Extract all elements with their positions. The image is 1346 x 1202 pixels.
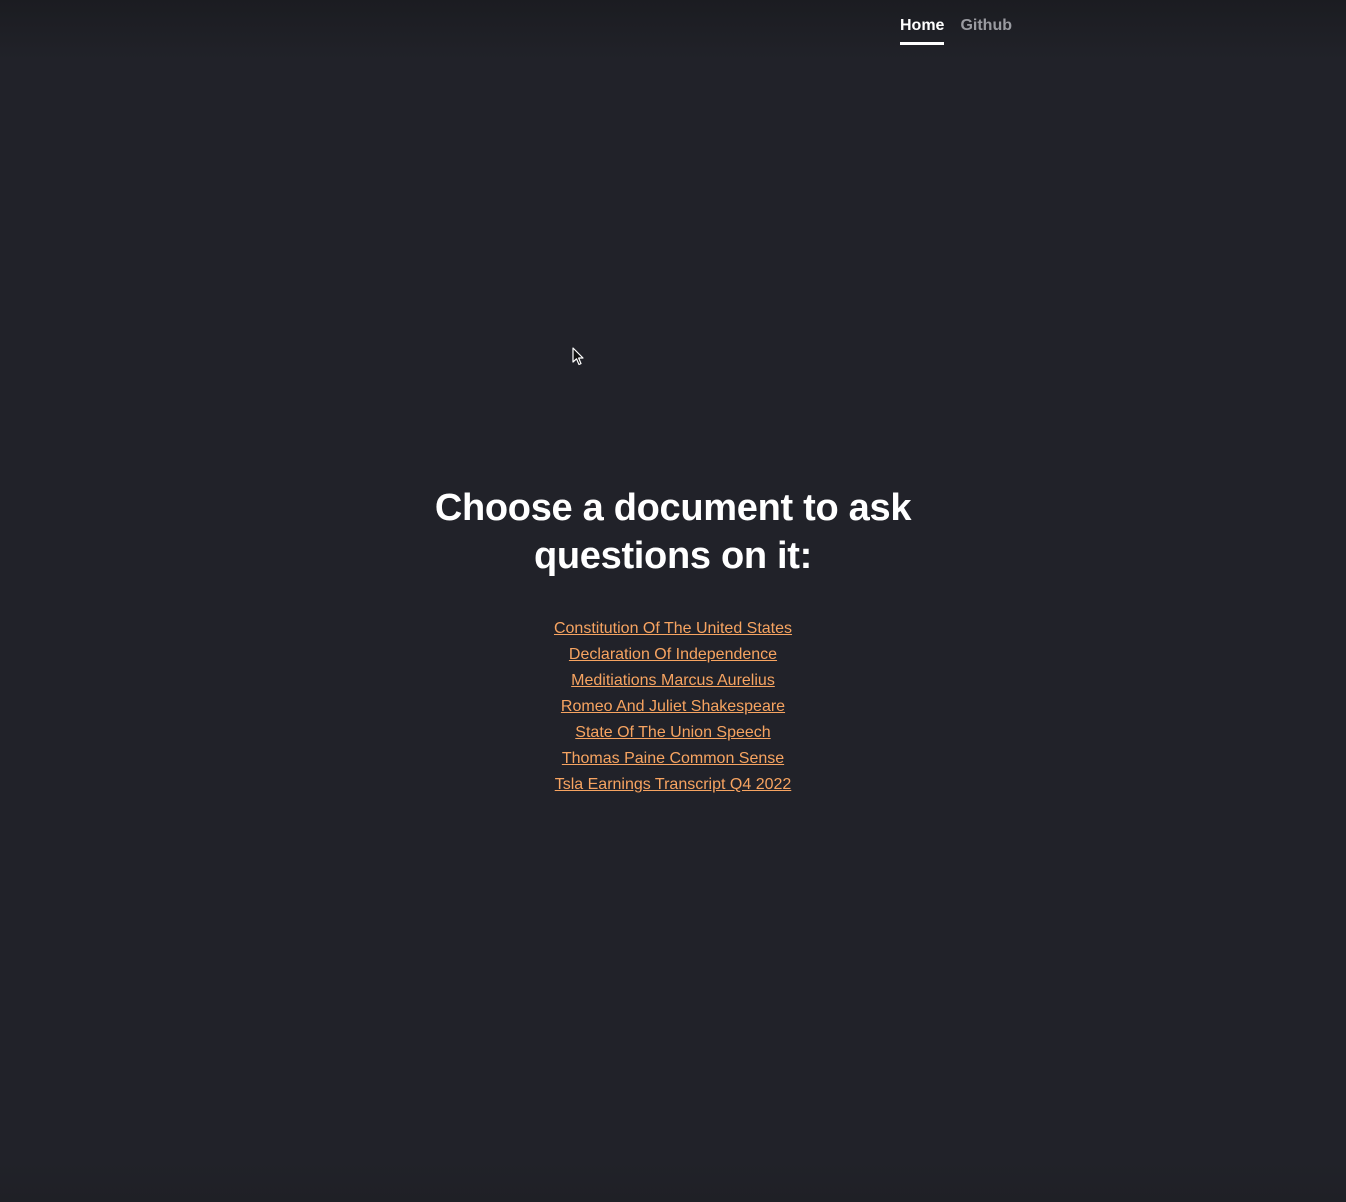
document-link-meditations[interactable]: Meditiations Marcus Aurelius bbox=[571, 672, 775, 689]
nav-github-link[interactable]: Github bbox=[960, 16, 1012, 45]
list-item: Constitution Of The United States bbox=[0, 616, 1346, 642]
list-item: Thomas Paine Common Sense bbox=[0, 746, 1346, 772]
nav-home-link[interactable]: Home bbox=[900, 16, 945, 45]
list-item: Declaration Of Independence bbox=[0, 642, 1346, 668]
main-content: Choose a document to ask questions on it… bbox=[0, 484, 1346, 798]
document-link-state-of-union[interactable]: State Of The Union Speech bbox=[575, 724, 770, 741]
document-link-constitution[interactable]: Constitution Of The United States bbox=[554, 620, 792, 637]
list-item: Romeo And Juliet Shakespeare bbox=[0, 694, 1346, 720]
list-item: Tsla Earnings Transcript Q4 2022 bbox=[0, 772, 1346, 798]
bottom-fade bbox=[0, 1162, 1346, 1202]
page-title: Choose a document to ask questions on it… bbox=[434, 487, 912, 577]
list-item: State Of The Union Speech bbox=[0, 720, 1346, 746]
document-link-tsla-earnings[interactable]: Tsla Earnings Transcript Q4 2022 bbox=[555, 776, 792, 793]
document-link-common-sense[interactable]: Thomas Paine Common Sense bbox=[562, 750, 784, 767]
document-list: Constitution Of The United States Declar… bbox=[0, 616, 1346, 798]
top-navbar: Home Github bbox=[0, 0, 1346, 60]
document-link-declaration[interactable]: Declaration Of Independence bbox=[569, 646, 777, 663]
list-item: Meditiations Marcus Aurelius bbox=[0, 668, 1346, 694]
mouse-pointer-icon bbox=[572, 347, 584, 366]
document-link-romeo-juliet[interactable]: Romeo And Juliet Shakespeare bbox=[561, 698, 785, 715]
main-nav: Home Github bbox=[900, 16, 1012, 45]
